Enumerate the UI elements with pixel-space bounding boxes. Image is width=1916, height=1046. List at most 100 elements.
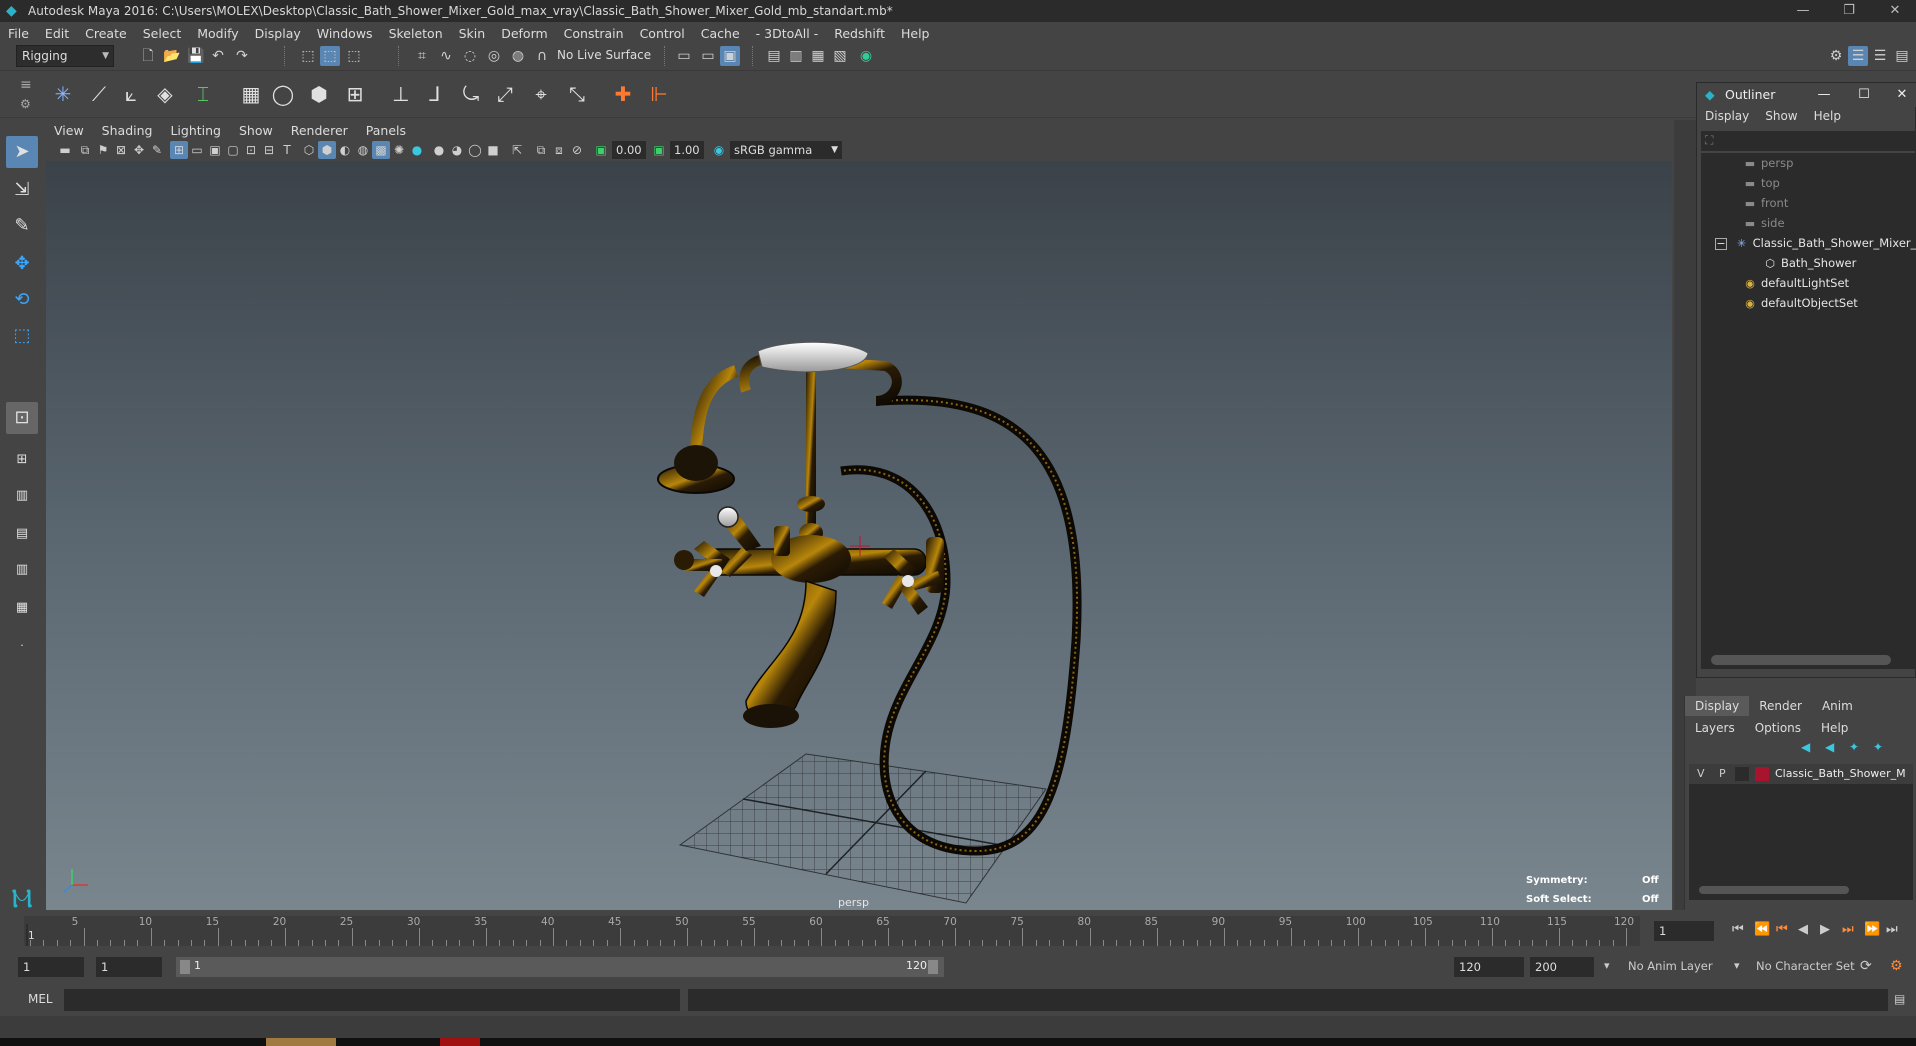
range-start-handle[interactable] xyxy=(180,960,190,974)
step-forward-key-icon[interactable]: ⏭ xyxy=(1842,922,1854,937)
outliner-item-bath-shower[interactable]: ⬡ Bath_Shower xyxy=(1763,253,1856,273)
render-settings-icon[interactable]: ▧ xyxy=(830,46,850,66)
camera-attributes-icon[interactable]: ⧉ xyxy=(76,141,94,159)
layer-menu-layers[interactable]: Layers xyxy=(1685,718,1745,738)
toolbox-more-icon[interactable]: · xyxy=(6,630,38,662)
pole-vector-icon[interactable]: ⤡ xyxy=(562,79,592,109)
layer-color-swatch[interactable] xyxy=(1755,767,1769,781)
menu-skin[interactable]: Skin xyxy=(451,26,494,41)
step-back-key-icon[interactable]: ⏮ xyxy=(1776,922,1788,937)
menu-create[interactable]: Create xyxy=(77,26,135,41)
select-object-icon[interactable]: ⬚ xyxy=(320,46,340,66)
field-chart-icon[interactable]: ⊡ xyxy=(242,141,260,159)
bind-skin-icon[interactable]: ⌶ xyxy=(188,79,218,109)
toggle-sidebar-icon[interactable]: ☰ xyxy=(1848,46,1868,66)
playback-start-field[interactable]: 1 xyxy=(96,957,162,977)
outliner-item-side[interactable]: ▬ side xyxy=(1743,213,1785,233)
aim-constraint-icon[interactable]: ⌖ xyxy=(526,79,556,109)
workspace-modeling-icon[interactable]: ⚙ xyxy=(1826,46,1846,66)
shelf-menu-icon[interactable]: ≡ xyxy=(20,77,32,93)
layer-menu-options[interactable]: Options xyxy=(1745,718,1811,738)
vp-menu-view[interactable]: View xyxy=(46,123,94,138)
wireframe-icon[interactable]: ⬡ xyxy=(300,141,318,159)
menu-skeleton[interactable]: Skeleton xyxy=(381,26,451,41)
snap-view-plane-icon[interactable]: ◎ xyxy=(484,46,504,66)
tab-anim[interactable]: Anim xyxy=(1812,696,1863,716)
screen-space-ao-icon[interactable]: ● xyxy=(430,141,448,159)
color-space-dropdown[interactable]: sRGB gamma ▼ xyxy=(730,141,842,159)
outliner-menu-help[interactable]: Help xyxy=(1806,109,1849,127)
go-to-end-icon[interactable]: ⏭ xyxy=(1886,922,1898,937)
gate-mask-icon[interactable]: ▢ xyxy=(224,141,242,159)
animation-end-field[interactable]: 200 xyxy=(1530,957,1594,977)
menuset-dropdown[interactable]: Rigging ▼ xyxy=(16,45,114,67)
film-gate-icon[interactable]: ▭ xyxy=(188,141,206,159)
input-ops-icon[interactable]: ▭ xyxy=(674,46,694,66)
menu-cache[interactable]: Cache xyxy=(693,26,748,41)
outliner-item-top[interactable]: ▬ top xyxy=(1743,173,1780,193)
point-constraint-icon[interactable]: ⅃ xyxy=(420,79,450,109)
render-view-icon[interactable]: ▤ xyxy=(764,46,784,66)
menu-modify[interactable]: Modify xyxy=(189,26,246,41)
shadows-icon[interactable]: ● xyxy=(408,141,426,159)
color-management-icon[interactable]: ◉ xyxy=(710,141,728,159)
script-editor-icon[interactable]: ▤ xyxy=(1894,992,1905,1006)
new-scene-icon[interactable]: 🗋 xyxy=(138,46,158,66)
snap-grid-icon[interactable]: ⌗ xyxy=(412,46,432,66)
ik-spline-icon[interactable]: ⟀ xyxy=(116,79,146,109)
outliner-menu-show[interactable]: Show xyxy=(1757,109,1805,127)
current-time-marker[interactable] xyxy=(26,924,28,946)
wrap-icon[interactable]: ⬢ xyxy=(304,79,334,109)
outliner-item-default-object-set[interactable]: ◉ defaultObjectSet xyxy=(1743,293,1858,313)
go-to-start-icon[interactable]: ⏮ xyxy=(1732,922,1744,937)
cluster-icon[interactable]: ◯ xyxy=(268,79,298,109)
vp-menu-shading[interactable]: Shading xyxy=(94,123,163,138)
image-plane-icon[interactable]: ⊠ xyxy=(112,141,130,159)
default-lighting-icon[interactable]: ◐ xyxy=(336,141,354,159)
outliner-item-persp[interactable]: ▬ persp xyxy=(1743,153,1794,173)
select-component-icon[interactable]: ⬚ xyxy=(344,46,364,66)
save-scene-icon[interactable]: 💾 xyxy=(186,46,206,66)
open-scene-icon[interactable]: 📂 xyxy=(162,46,182,66)
menu-control[interactable]: Control xyxy=(632,26,693,41)
layer-scrollbar[interactable] xyxy=(1699,886,1849,894)
uv-layout-icon[interactable]: ▦ xyxy=(6,592,38,624)
taskbar-app[interactable] xyxy=(440,1038,480,1046)
scale-tool-icon[interactable]: ⬚ xyxy=(6,320,38,352)
minimize-button[interactable]: — xyxy=(1780,0,1826,22)
snap-point-icon[interactable]: ◌ xyxy=(460,46,480,66)
select-hierarchy-icon[interactable]: ⬚ xyxy=(298,46,318,66)
character-set-dropdown[interactable]: No Character Set xyxy=(1756,959,1855,973)
render-current-icon[interactable]: ▥ xyxy=(786,46,806,66)
vp-menu-lighting[interactable]: Lighting xyxy=(162,123,231,138)
chevron-down-icon[interactable]: ▾ xyxy=(1734,959,1740,972)
menu-help[interactable]: Help xyxy=(893,26,938,41)
xray-joints-icon[interactable]: ⊘ xyxy=(568,141,586,159)
grease-pencil-icon[interactable]: ✎ xyxy=(148,141,166,159)
construction-history-icon[interactable]: ▣ xyxy=(720,46,740,66)
outliner-item-default-light-set[interactable]: ◉ defaultLightSet xyxy=(1743,273,1849,293)
channel-box-icon[interactable]: ▤ xyxy=(1892,46,1912,66)
xray-active-icon[interactable]: ⧈ xyxy=(550,141,568,159)
bookmark-icon[interactable]: ⚑ xyxy=(94,141,112,159)
paint-select-icon[interactable]: ✎ xyxy=(6,210,38,242)
minimize-icon[interactable]: — xyxy=(1809,83,1839,107)
gamma-icon[interactable]: ▣ xyxy=(650,141,668,159)
menu-file[interactable]: File xyxy=(0,26,37,41)
range-end-handle[interactable] xyxy=(928,960,938,974)
group-node-icon[interactable]: ⊩ xyxy=(644,79,674,109)
motion-blur-icon[interactable]: ◕ xyxy=(448,141,466,159)
blend-shape-icon[interactable]: ⊞ xyxy=(340,79,370,109)
four-view-layout-icon[interactable]: ⊞ xyxy=(6,444,38,476)
gamma-field[interactable]: 1.00 xyxy=(670,141,704,159)
vp-menu-renderer[interactable]: Renderer xyxy=(283,123,358,138)
ipr-render-icon[interactable]: ▦ xyxy=(808,46,828,66)
menu-redshift[interactable]: Redshift xyxy=(826,26,893,41)
grid-toggle-icon[interactable]: ⊞ xyxy=(170,141,188,159)
lasso-tool-icon[interactable]: ⇲ xyxy=(6,174,38,206)
graph-layout-icon[interactable]: ▤ xyxy=(6,518,38,550)
layer-row[interactable]: V P Classic_Bath_Shower_M xyxy=(1689,764,1913,784)
outliner-search-input[interactable]: ⛶ xyxy=(1701,131,1916,151)
output-ops-icon[interactable]: ▭ xyxy=(698,46,718,66)
perspective-viewport[interactable]: Symmetry: Off Soft Select: Off xyxy=(46,161,1672,910)
